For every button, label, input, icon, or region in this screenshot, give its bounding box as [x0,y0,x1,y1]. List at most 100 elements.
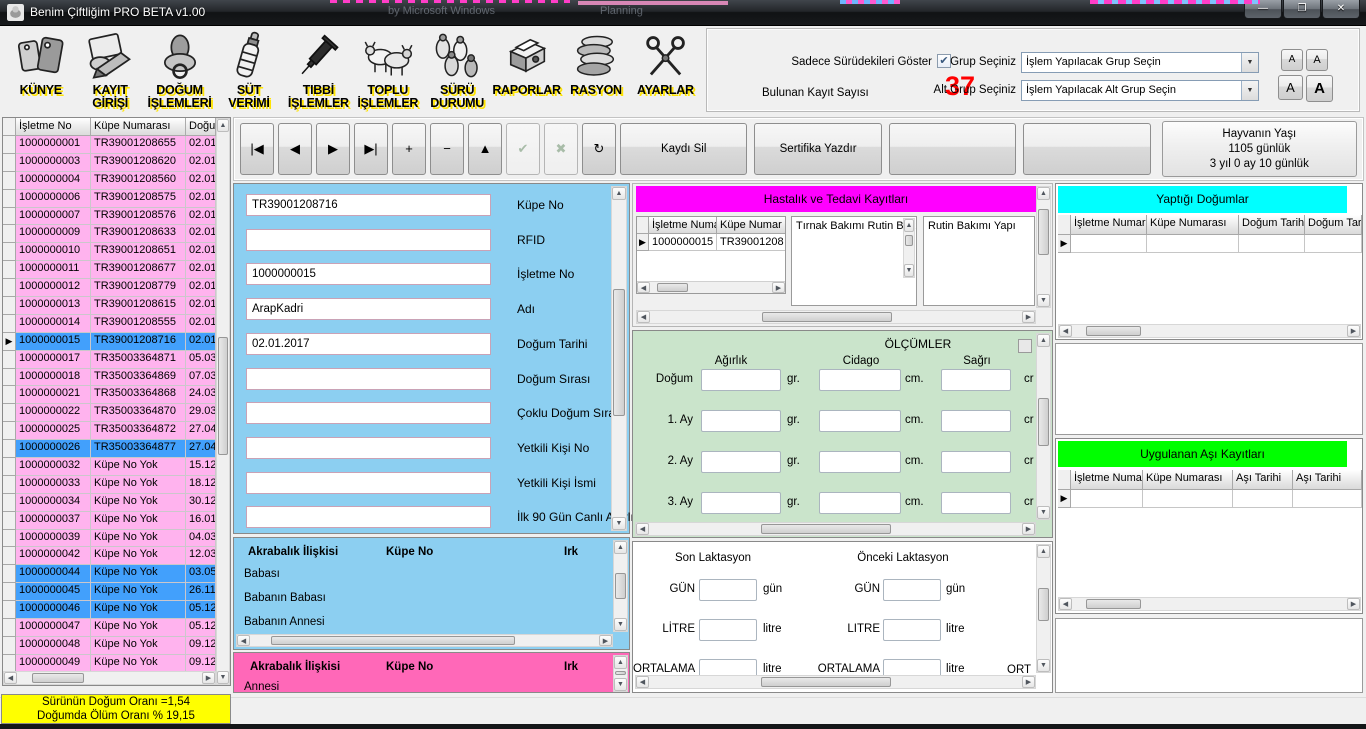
group-select[interactable]: İşlem Yapılacak Grup Seçin ▼ [1021,52,1259,73]
vaccines-memo-box[interactable] [1055,618,1363,693]
vertical-scrollbar[interactable]: ▲▼ [613,540,628,632]
toolbar-item-raporlar[interactable]: RAPORLAR [492,28,561,97]
measure-input[interactable] [941,410,1011,432]
row-selector[interactable]: ▶ [3,333,16,351]
vertical-scrollbar[interactable]: ▲▼ [216,118,230,685]
scroll-up-icon[interactable]: ▲ [217,119,229,132]
row-selector[interactable]: ▶ [1058,490,1071,508]
column-header[interactable]: Aşı Tarihi [1233,470,1293,490]
scroll-down-icon[interactable]: ▼ [614,618,627,631]
scroll-right-icon[interactable]: ▶ [1022,523,1035,535]
table-row[interactable]: 1000000034Küpe No Yok30.12.2 [3,494,216,512]
small-checkbox[interactable] [1018,339,1032,353]
row-selector[interactable] [3,655,16,671]
column-header[interactable]: İşletme Numar [649,217,717,234]
table-row[interactable]: 1000000006TR3900120857502.01.2 [3,190,216,208]
lactation-input[interactable] [699,579,757,601]
table-row[interactable]: 1000000018TR3500336486907.03.2 [3,369,216,387]
table-row[interactable]: 1000000017TR3500336487105.03.2 [3,351,216,369]
horizontal-scrollbar[interactable]: ◀▶ [635,522,1036,536]
chevron-down-icon[interactable]: ▼ [1241,53,1258,72]
field-rfid[interactable] [246,229,491,251]
row-selector[interactable] [3,136,16,154]
subgroup-select[interactable]: İşlem Yapılacak Alt Grup Seçin ▼ [1021,80,1259,101]
scroll-down-icon[interactable]: ▼ [1037,294,1050,307]
column-header-kupe-numarasi[interactable]: Küpe Numarası [91,118,186,136]
scroll-up-icon[interactable]: ▲ [1037,334,1050,347]
scroll-right-icon[interactable]: ▶ [1347,325,1360,337]
row-selector[interactable] [3,172,16,190]
lactation-input[interactable] [883,579,941,601]
column-header[interactable]: Doğum Tar [1305,215,1362,235]
font-size-button-3[interactable]: A [1278,75,1303,100]
horizontal-scrollbar[interactable]: ◀▶ [236,634,613,647]
scrollbar-thumb[interactable] [1038,398,1049,446]
table-row[interactable]: 1000000013TR3900120861502.01.2 [3,297,216,315]
treatment-note-2[interactable]: Rutin Bakımı Yapı [923,216,1035,306]
row-selector[interactable] [3,351,16,369]
scrollbar-thumb[interactable] [762,312,892,322]
row-selector[interactable] [3,476,16,494]
toolbar-item-ayarlar[interactable]: AYARLAR [631,28,700,97]
toolbar-item-kayit-girisi[interactable]: KAYITGİRİŞİ [75,28,144,110]
field-ilk-90-gun[interactable] [246,506,491,528]
field-yetkili-kisi-ismi[interactable] [246,472,491,494]
column-header-dogum-tarihi[interactable]: Doğum T [186,118,216,136]
scroll-right-icon[interactable]: ▶ [1022,311,1035,323]
row-selector[interactable] [3,494,16,512]
scroll-down-icon[interactable]: ▼ [1037,506,1050,519]
scrollbar-thumb[interactable] [615,671,626,675]
row-selector[interactable] [3,637,16,655]
table-row[interactable]: 1000000014TR3900120855502.01.2 [3,315,216,333]
scroll-right-icon[interactable]: ▶ [202,672,215,684]
field-adi[interactable] [246,298,491,320]
scroll-left-icon[interactable]: ◀ [636,523,649,535]
scrollbar-thumb[interactable] [1038,588,1049,620]
horizontal-scrollbar[interactable]: ◀▶ [1058,324,1361,338]
measure-input[interactable] [701,451,781,473]
row-selector[interactable] [3,530,16,548]
measure-input[interactable] [819,410,901,432]
scrollbar-thumb[interactable] [1038,209,1049,254]
field-coklu-dogum-sirasi[interactable] [246,402,491,424]
table-row[interactable]: 1000000011TR3900120867702.01.2 [3,261,216,279]
row-selector[interactable] [3,565,16,583]
toolbar-item-dogum-islemleri[interactable]: DOĞUMİŞLEMLERİ [145,28,214,110]
row-selector[interactable] [3,261,16,279]
table-row[interactable]: ▶1000000015TR3900120871602.01.2 [3,333,216,351]
next-record-button[interactable]: ▶ [316,123,350,175]
scroll-down-icon[interactable]: ▼ [217,671,229,684]
row-selector[interactable] [3,208,16,226]
table-row[interactable]: 1000000021TR3500336486824.03.2 [3,386,216,404]
measure-input[interactable] [701,492,781,514]
remove-record-button[interactable]: − [430,123,464,175]
table-row[interactable]: 1000000010TR3900120865102.01.2 [3,243,216,261]
row-selector[interactable] [3,190,16,208]
table-row[interactable]: 1000000004TR3900120856002.01.2 [3,172,216,190]
field-dogum-sirasi[interactable] [246,368,491,390]
toolbar-item-suru-durumu[interactable]: SÜRÜDURUMU [422,28,491,110]
scroll-left-icon[interactable]: ◀ [1059,325,1072,337]
scroll-up-icon[interactable]: ▲ [614,656,627,669]
scrollbar-thumb[interactable] [657,283,688,292]
field-isletme-no[interactable] [246,263,491,285]
add-record-button[interactable]: + [392,123,426,175]
column-header[interactable]: İşletme Numara [1071,215,1147,235]
scrollbar-thumb[interactable] [1086,326,1141,336]
table-row[interactable]: 1000000003TR3900120862002.01.2 [3,154,216,172]
column-header[interactable]: Doğum Tarihi [1239,215,1305,235]
measure-input[interactable] [701,410,781,432]
measure-input[interactable] [941,492,1011,514]
row-selector[interactable] [3,315,16,333]
vertical-scrollbar[interactable]: ▲▼ [1036,544,1051,673]
measure-input[interactable] [941,369,1011,391]
last-record-button[interactable]: ▶| [354,123,388,175]
toolbar-item-rasyon[interactable]: RASYON [561,28,630,97]
lactation-input[interactable] [699,619,757,641]
scrollbar-thumb[interactable] [761,524,892,534]
horizontal-scrollbar[interactable]: ◀▶ [637,281,785,293]
table-row[interactable]: 1000000049Küpe No Yok09.12.2 [3,655,216,671]
table-row[interactable]: 1000000026TR3500336487727.04.2 [3,440,216,458]
scroll-left-icon[interactable]: ◀ [237,635,250,646]
font-size-button-1[interactable]: A [1281,49,1303,71]
